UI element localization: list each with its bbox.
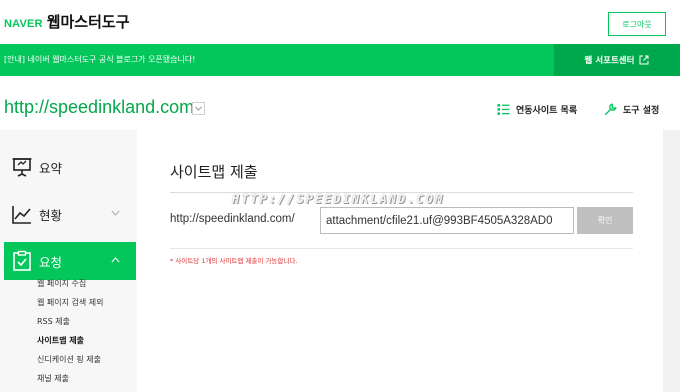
sub-item-page-exclude[interactable]: 웹 페이지 검색 제외 (37, 297, 104, 308)
sitemap-path-input[interactable] (321, 208, 573, 233)
nav-label-status: 현황 (39, 207, 63, 223)
presentation-icon (12, 158, 32, 177)
sitemap-panel: 사이트맵 제출 http://speedinkland.com/ 확인 * 사이… (137, 130, 663, 392)
sub-item-sitemap[interactable]: 사이트맵 제출 (37, 335, 84, 346)
confirm-button[interactable]: 확인 (577, 207, 633, 234)
title-divider (170, 192, 633, 193)
support-center-button[interactable]: 웹 서포트센터 (554, 44, 680, 76)
site-url[interactable]: http://speedinkland.com (4, 97, 194, 118)
notice-bar: [안내] 네이버 웹마스터도구 공식 블로그가 오픈됐습니다! 웹 서포트센터 (0, 44, 680, 76)
sub-item-syndication[interactable]: 신디케이션 핑 제출 (37, 354, 101, 365)
chevron-up-icon (111, 257, 120, 263)
sub-item-page-collect[interactable]: 웹 페이지 수집 (37, 278, 86, 289)
tool-settings-label: 도구 설정 (623, 106, 660, 116)
page-title: 사이트맵 제출 (170, 163, 258, 181)
site-header: http://speedinkland.com 연동사이트 목록 도구 설정 (0, 76, 680, 130)
main-content: 사이트맵 제출 http://speedinkland.com/ 확인 * 사이… (137, 130, 680, 392)
list-icon (497, 104, 510, 115)
form-divider (170, 248, 633, 249)
service-name: 웹마스터도구 (46, 13, 130, 31)
sub-item-channel[interactable]: 채널 제출 (37, 373, 69, 384)
sidebar: 요약 현황 요청 웹 페이지 수집 웹 페이지 검색 제외 RSS 제출 사이트… (0, 130, 137, 392)
chevron-down-icon (111, 210, 120, 216)
nav-item-request[interactable]: 요청 (4, 242, 136, 280)
naver-logo: NAVER (4, 18, 43, 30)
external-link-icon (639, 55, 649, 65)
nav-label-summary: 요약 (39, 160, 63, 176)
top-header: NAVER 웹마스터도구 로그아웃 (0, 0, 680, 44)
linked-sites-link[interactable]: 연동사이트 목록 (497, 103, 577, 116)
linked-sites-label: 연동사이트 목록 (516, 106, 578, 116)
sitemap-note: * 사이트당 1개의 사이트맵 제출이 가능합니다. (170, 257, 298, 265)
wrench-icon (604, 103, 617, 116)
tool-settings-link[interactable]: 도구 설정 (604, 103, 659, 116)
chart-icon (12, 206, 31, 224)
sitemap-input-box[interactable] (320, 207, 574, 234)
logout-button[interactable]: 로그아웃 (608, 12, 666, 36)
notice-link[interactable]: [안내] 네이버 웹마스터도구 공식 블로그가 오픈됐습니다! (4, 54, 195, 65)
brand-logo[interactable]: NAVER 웹마스터도구 (4, 11, 130, 32)
chevron-down-icon (195, 106, 202, 111)
support-center-label: 웹 서포트센터 (584, 56, 635, 66)
nav-item-status[interactable]: 현황 (4, 195, 136, 233)
url-prefix: http://speedinkland.com/ (170, 213, 295, 225)
nav-item-summary[interactable]: 요약 (4, 148, 136, 186)
clipboard-check-icon (13, 250, 31, 271)
sub-item-rss[interactable]: RSS 제출 (37, 316, 70, 327)
site-dropdown-button[interactable] (192, 102, 205, 115)
nav-label-request: 요청 (39, 254, 63, 270)
